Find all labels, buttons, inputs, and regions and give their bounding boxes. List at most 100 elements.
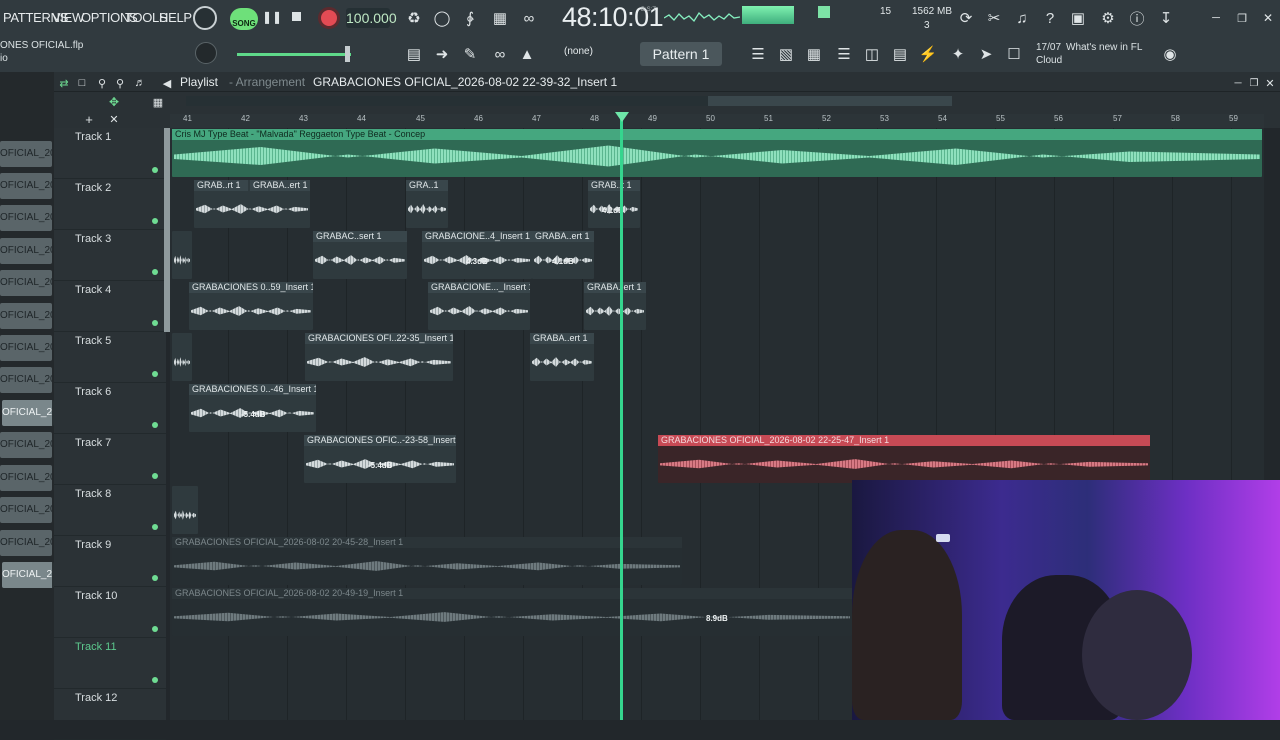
channel-rack-icon[interactable]: ▦ (804, 44, 824, 64)
browser-item[interactable]: OFICIAL_20... (0, 303, 52, 329)
browser-item[interactable]: OFICIAL_20... (0, 238, 52, 264)
browser-item[interactable]: OFICIAL_20... (0, 270, 52, 296)
audio-clip[interactable]: GRAB..rt 1 GRABA..ert 1 (194, 180, 310, 228)
track-enable-icon[interactable] (152, 218, 158, 224)
menu-view[interactable]: VIEW (52, 10, 84, 25)
countdown-icon[interactable]: ∳ (460, 8, 480, 28)
audio-clip[interactable]: GRABACIONE..._Insert 1 (428, 282, 530, 330)
stop-button[interactable] (292, 12, 301, 21)
audio-clip-muted[interactable]: GRABACIONES OFICIAL_2026-08-02 20-49-19_… (172, 588, 852, 636)
track-header[interactable]: Track 12 (54, 689, 166, 740)
undo-icon[interactable]: ⟳ (956, 8, 976, 28)
speaker-icon[interactable]: ♬ (130, 73, 150, 93)
audio-clip[interactable] (172, 333, 192, 381)
track-header[interactable]: Track 1 (54, 128, 170, 179)
browser-item[interactable]: OFICIAL_20... (0, 173, 52, 199)
master-volume-thumb[interactable] (345, 46, 350, 62)
track-enable-icon[interactable] (152, 575, 158, 581)
track-header[interactable]: Track 11 (54, 638, 166, 689)
tempo-tap-icon[interactable]: ✦ (948, 44, 968, 64)
playhead-marker-icon[interactable] (615, 112, 629, 122)
track-header[interactable]: Track 5 (54, 332, 166, 383)
remove-icon[interactable]: ✕ (104, 109, 124, 129)
playhead[interactable] (620, 114, 623, 720)
help-icon[interactable]: ? (1040, 8, 1060, 28)
browser-item[interactable]: OFICIAL_20... (0, 367, 52, 393)
track-enable-icon[interactable] (152, 371, 158, 377)
select-tool-icon[interactable]: □ (72, 73, 92, 93)
master-pitch-knob[interactable] (195, 42, 217, 64)
audio-clip-beat[interactable]: Cris MJ Type Beat - "Malvada" Reggaeton … (172, 129, 1262, 177)
collapse-icon[interactable]: ◀ (157, 73, 177, 93)
track-header[interactable]: Track 10 (54, 587, 166, 638)
step-edit-icon[interactable]: ▦ (490, 8, 510, 28)
audio-clip-muted[interactable]: GRABACIONES OFICIAL_2026-08-02 20-45-28_… (172, 537, 682, 585)
menu-help[interactable]: HELP (159, 10, 192, 25)
track-header[interactable]: Track 3 (54, 230, 170, 281)
track-header[interactable]: Track 7 (54, 434, 166, 485)
audio-clip[interactable] (172, 486, 198, 534)
track-enable-icon[interactable] (152, 677, 158, 683)
zoom-tool-icon[interactable]: ⚲ (92, 73, 112, 93)
pattern-selector[interactable]: Pattern 1 (640, 42, 722, 66)
browser-item[interactable]: OFICIAL_20... (0, 141, 52, 167)
audio-clip[interactable]: GRABAC..sert 1 (313, 231, 407, 279)
record-button[interactable] (318, 7, 340, 29)
channel-icon[interactable]: ◫ (862, 44, 882, 64)
song-mode-button[interactable]: SONG (230, 8, 258, 30)
track-header[interactable]: Track 6 (54, 383, 166, 434)
pause-icon[interactable]: ❚❚ (262, 10, 282, 24)
close-icon[interactable]: ✕ (1260, 73, 1280, 93)
track-enable-icon[interactable] (152, 167, 158, 173)
close-icon[interactable]: ✕ (1258, 8, 1278, 28)
cut-icon[interactable]: ✂ (984, 8, 1004, 28)
timeline-ruler[interactable] (170, 114, 1264, 128)
hint-knob[interactable] (193, 6, 217, 30)
globe-icon[interactable]: ◉ (1160, 44, 1180, 64)
info-icon[interactable]: ⓘ (1127, 8, 1147, 28)
browser-icon[interactable]: ▤ (890, 44, 910, 64)
browser-item[interactable]: OFICIAL_20... (0, 335, 52, 361)
browser-item[interactable]: OFICIAL_20... (0, 205, 52, 231)
browser-item[interactable]: OFICIAL_20... (0, 465, 52, 491)
audio-clip[interactable]: GRABACIONES OFIC..-23-58_Insert 1 -5.4dB (304, 435, 456, 483)
audio-clip[interactable]: GRA..1 (406, 180, 448, 228)
add-icon[interactable]: + (79, 109, 99, 129)
piano-roll-icon[interactable]: ▧ (776, 44, 796, 64)
slip-tool-icon[interactable]: ⇄ (54, 73, 74, 93)
zoom-icon[interactable]: ⚲ (110, 73, 130, 93)
browser-item-selected[interactable]: OFICIAL_20... (2, 400, 54, 426)
track-enable-icon[interactable] (152, 320, 158, 326)
audio-clip[interactable]: GRABACIONES 0..59_Insert 1 (189, 282, 313, 330)
track-header[interactable]: Track 8 (54, 485, 166, 536)
mic-icon[interactable]: ♫ (1012, 8, 1032, 28)
master-volume-slider[interactable] (237, 53, 351, 56)
track-enable-icon[interactable] (152, 422, 158, 428)
track-header[interactable]: Track 2 (54, 179, 170, 230)
minimize-icon[interactable]: ─ (1206, 8, 1226, 28)
track-enable-icon[interactable] (152, 626, 158, 632)
link-icon[interactable]: ∞ (490, 44, 510, 64)
news-headline[interactable]: What's new in FL (1066, 42, 1142, 53)
save-icon[interactable]: ▣ (1068, 8, 1088, 28)
audio-clip[interactable]: GRABACIONE..4_Insert 1 4.3dB (422, 231, 532, 279)
mixer-icon[interactable]: ☰ (834, 44, 854, 64)
track-header[interactable]: Track 9 (54, 536, 166, 587)
loop-record-icon[interactable]: ∞ (519, 8, 539, 28)
plug-icon[interactable]: ⚡ (918, 44, 938, 64)
playlist-icon[interactable]: ☰ (748, 44, 768, 64)
audio-clip[interactable]: GRABACIONES 0..-46_Insert 1 -5.4dB (189, 384, 316, 432)
audio-clip[interactable]: GRABACIONES OFI..22-35_Insert 1 (305, 333, 453, 381)
stamp-icon[interactable]: ▲ (517, 44, 537, 64)
audio-clip[interactable]: GRAB..t 1 4.1dB (588, 180, 640, 228)
browser-item[interactable]: OFICIAL_20... (0, 497, 52, 523)
tempo-display[interactable]: 100.000 (346, 8, 397, 28)
pencil-icon[interactable]: ✎ (460, 44, 480, 64)
piano-icon[interactable]: ▤ (404, 44, 424, 64)
plugin-icon[interactable]: ⚙ (1098, 8, 1118, 28)
audio-clip[interactable]: GRABA..ert 1 (584, 282, 646, 330)
metronome-icon[interactable]: ♻ (404, 8, 424, 28)
track-header[interactable]: Track 4 (54, 281, 170, 332)
pick-icon[interactable]: ➤ (976, 44, 996, 64)
track-enable-icon[interactable] (152, 269, 158, 275)
